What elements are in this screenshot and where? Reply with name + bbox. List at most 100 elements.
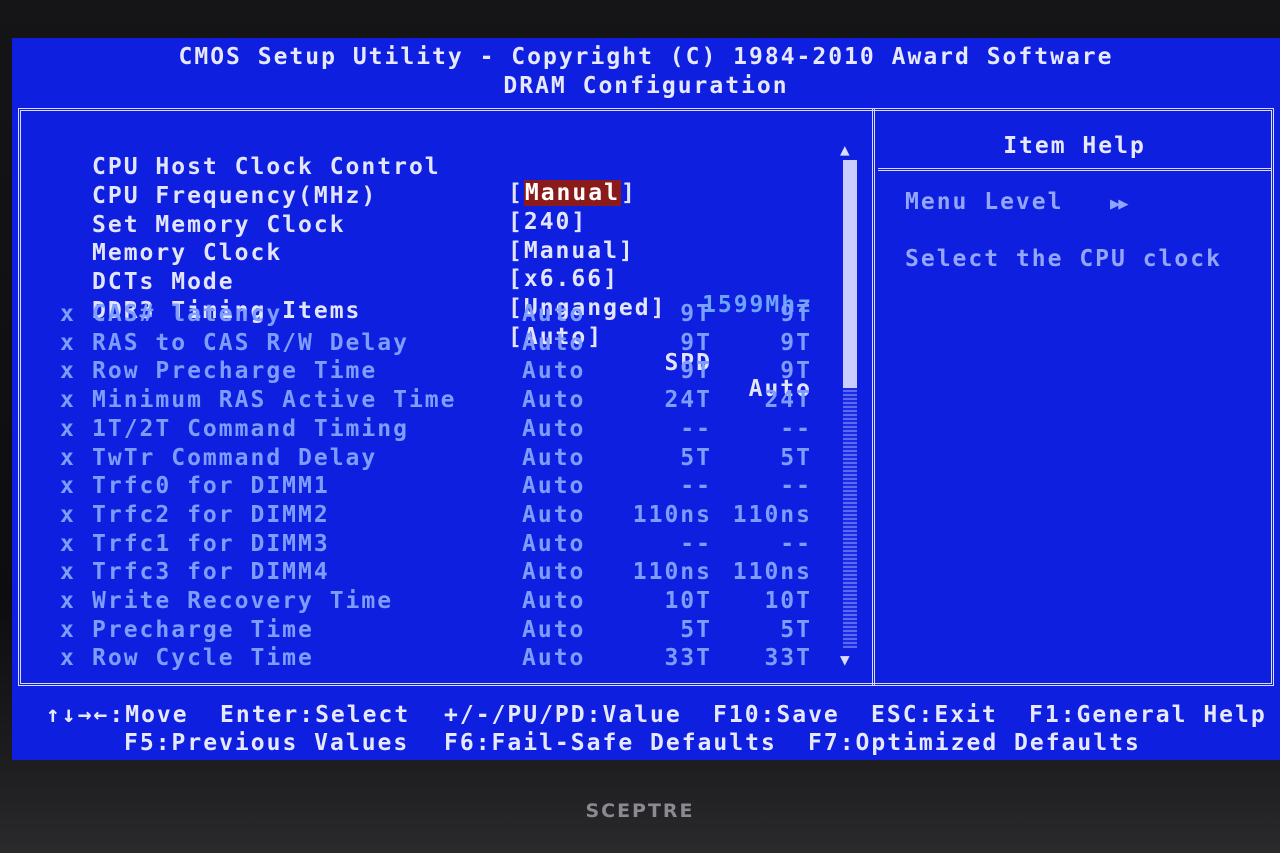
scrollbar-thumb[interactable] [843,160,857,388]
footer-key-failsafe: F6:Fail-Safe Defaults [444,730,777,756]
timing-label: Row Precharge Time [92,358,378,384]
footer-key-help: F1:General Help [1029,702,1267,728]
timing-auto: -- [780,473,812,499]
timing-auto: -- [780,416,812,442]
footer-key-enter: Enter:Select [220,702,411,728]
timing-disabled-mark: x [60,358,76,384]
timing-disabled-mark: x [60,387,76,413]
monitor-brand-logo: SCEPTRE [585,800,695,822]
setting-label: CPU Frequency(MHz) [92,183,378,209]
timing-spd: 9T [680,301,712,327]
setting-row-set-memory-clock[interactable]: Set Memory Clock [Manual] [12,186,633,264]
setting-label: CPU Host Clock Control [92,154,441,180]
timing-label: Trfc2 for DIMM2 [92,502,330,528]
timing-label: Trfc0 for DIMM1 [92,473,330,499]
timing-label: TwTr Command Delay [92,445,378,471]
setting-value[interactable]: [240] [508,209,587,235]
menu-level-arrows-icon: ▶▶ [1110,194,1129,214]
timing-label: 1T/2T Command Timing [92,416,409,442]
timing-disabled-mark: x [60,445,76,471]
setting-value[interactable]: [Manual] [508,238,635,264]
menu-level-label: Menu Level [905,189,1064,215]
footer-key-optimized: F7:Optimized Defaults [808,730,1141,756]
timing-label: Precharge Time [92,617,314,643]
timing-disabled-mark: x [60,473,76,499]
setting-label: DCTs Mode [92,269,235,295]
timing-label: RAS to CAS R/W Delay [92,330,409,356]
timing-spd: 24T [664,387,712,413]
help-description: Select the CPU clock [905,246,1222,272]
timing-spd: -- [680,473,712,499]
timing-spd: 5T [680,445,712,471]
page-title: CMOS Setup Utility - Copyright (C) 1984-… [178,44,1114,70]
timing-auto: 5T [780,617,812,643]
timing-disabled-mark: x [60,531,76,557]
timing-value: Auto [522,502,586,528]
timing-label: Trfc1 for DIMM3 [92,531,330,557]
bios-screen: CMOS Setup Utility - Copyright (C) 1984-… [12,38,1280,760]
timing-auto: 33T [764,645,812,671]
timing-auto: 110ns [732,502,812,528]
setting-row-memory-clock[interactable]: Memory Clock [x6.66] 1599Mhz [12,214,811,318]
timing-spd: -- [680,416,712,442]
timing-spd: 110ns [632,502,712,528]
timing-label: CAS# latency [92,301,283,327]
timing-spd: 9T [680,330,712,356]
scroll-up-arrow-icon[interactable]: ▲ [840,140,850,159]
footer-key-move: ↑↓→←:Move [46,702,189,728]
timing-value: Auto [522,645,586,671]
setting-label: Memory Clock [92,240,283,266]
timing-auto: 9T [780,330,812,356]
footer-key-previous: F5:Previous Values [124,730,410,756]
setting-value[interactable]: [Manual] [508,180,637,206]
footer-key-save: F10:Save [713,702,840,728]
timing-disabled-mark: x [60,416,76,442]
timing-disabled-mark: x [60,617,76,643]
timing-spd: 110ns [632,559,712,585]
timing-label: Row Cycle Time [92,645,314,671]
timing-label: Minimum RAS Active Time [92,387,457,413]
timing-value: Auto [522,358,586,384]
setting-row-cpu-host-clock-control[interactable]: CPU Host Clock Control [Manual] [12,128,635,206]
footer-key-value: +/-/PU/PD:Value [444,702,682,728]
setting-label: Set Memory Clock [92,212,346,238]
timing-auto: 9T [780,358,812,384]
setting-value[interactable]: [x6.66] [508,266,619,292]
timing-auto: -- [780,531,812,557]
timing-spd: 33T [664,645,712,671]
scroll-down-arrow-icon[interactable]: ▼ [840,650,850,669]
timing-auto: 5T [780,445,812,471]
timing-spd: 5T [680,617,712,643]
timing-disabled-mark: x [60,559,76,585]
timing-auto: 9T [780,301,812,327]
timing-spd: 10T [664,588,712,614]
item-help-title: Item Help [1003,133,1146,159]
selected-value[interactable]: Manual [523,180,621,206]
timing-label: Trfc3 for DIMM4 [92,559,330,585]
page-subtitle: DRAM Configuration [503,73,789,99]
timing-value: Auto [522,559,586,585]
timing-label: Write Recovery Time [92,588,394,614]
timing-value: Auto [522,330,586,356]
timing-value: Auto [522,387,586,413]
timing-disabled-mark: x [60,330,76,356]
timing-spd: 9T [680,358,712,384]
timing-disabled-mark: x [60,645,76,671]
timing-value: Auto [522,445,586,471]
setting-row-ddr3-timing-items[interactable]: DDR3 Timing Items [Auto] SPD Auto [12,272,810,402]
setting-row-dcts-mode[interactable]: DCTs Mode [Unganged] [12,243,664,321]
panel-divider [872,108,875,686]
timing-value: Auto [522,617,586,643]
timing-disabled-mark: x [60,301,76,327]
setting-row-cpu-frequency[interactable]: CPU Frequency(MHz) [240] [12,157,585,235]
footer-key-exit: ESC:Exit [871,702,998,728]
timing-value: Auto [522,416,586,442]
timing-value: Auto [522,531,586,557]
timing-spd: -- [680,531,712,557]
timing-value: Auto [522,588,586,614]
timing-value: Auto [522,473,586,499]
timing-auto: 10T [764,588,812,614]
timing-disabled-mark: x [60,588,76,614]
timing-auto: 24T [764,387,812,413]
help-title-divider [878,168,1271,171]
